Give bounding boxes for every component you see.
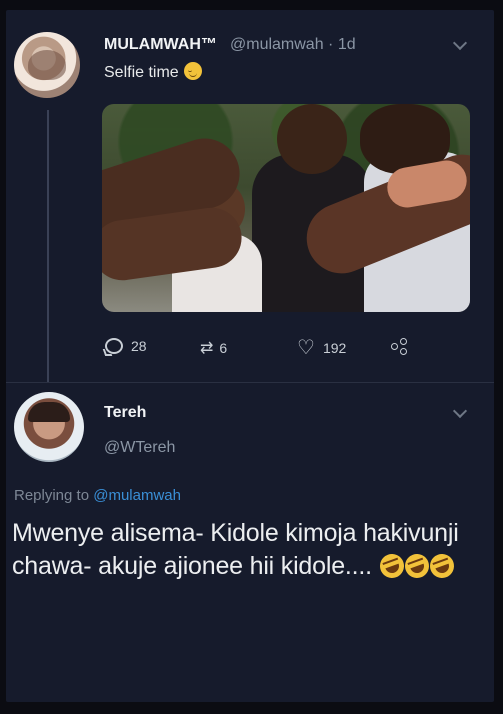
retweet-button[interactable]: ⇄ 6 [200,338,227,358]
replying-prefix: Replying to [14,487,90,504]
tweet1-display-name[interactable]: MULAMWAH™ [104,36,217,54]
tweet2-body: Mwenye alisema- Kidole kimoja hakivunji … [12,517,482,583]
share-icon [391,338,407,355]
tweet1-text-content: Selfie time [104,64,179,81]
reply-button[interactable]: 28 [105,338,147,354]
replying-mention-link[interactable]: @mulamwah [93,487,181,504]
rolling-on-floor-laughing-icon [376,550,408,582]
like-count: 192 [322,340,347,356]
tweet2-display-name[interactable]: Tereh [104,404,146,422]
share-button[interactable] [391,338,407,355]
tweet2-handle[interactable]: @WTereh [104,439,175,457]
rolling-on-floor-laughing-icon [426,550,458,582]
tweet1-photo[interactable] [102,104,470,312]
tweet-divider [6,382,494,383]
like-button[interactable]: ♡ 192 [297,338,346,358]
heart-icon: ♡ [297,337,315,359]
avatar-tereh[interactable] [14,392,84,462]
tweet1-handle-time[interactable]: @mulamwah · 1d [230,36,356,54]
avatar-mulamwah[interactable] [14,32,80,98]
tweet1-text: Selfie time [104,62,202,82]
retweet-count: 6 [219,340,228,356]
reply-bubble-icon [105,338,123,354]
relieved-face-icon [183,62,202,80]
retweet-icon: ⇄ [200,340,213,357]
tweet1-action-bar: 28 ⇄ 6 ♡ 192 [0,338,503,362]
reply-count: 28 [131,338,147,354]
replying-to-line: Replying to @mulamwah [14,487,181,504]
rolling-on-floor-laughing-icon [401,550,433,582]
